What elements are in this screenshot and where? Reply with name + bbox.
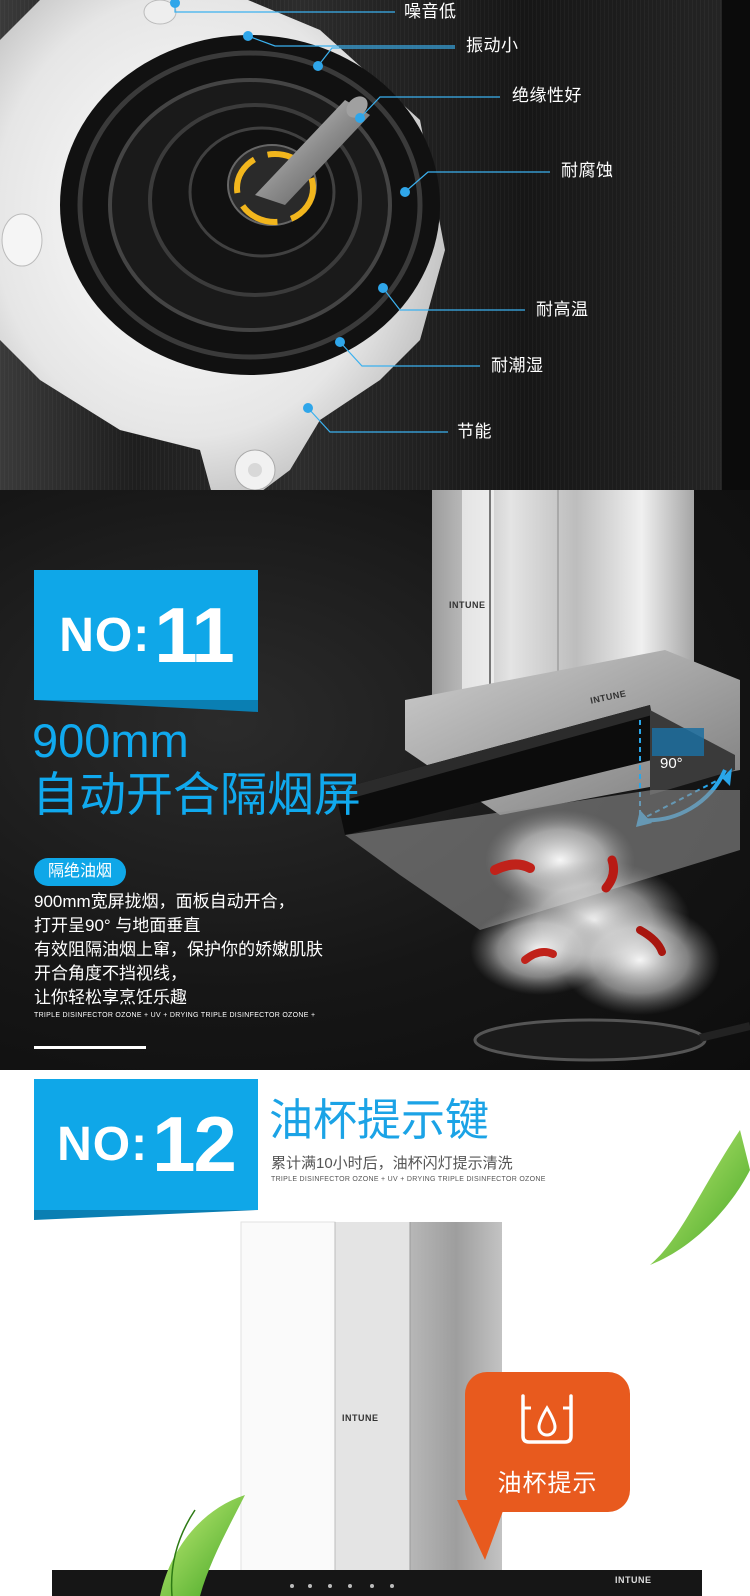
callout-moisture-resistant: 耐潮湿 [491, 356, 544, 375]
callout-energy-saving: 节能 [457, 422, 492, 441]
feature-12-title: 油杯提示键 [269, 1096, 489, 1145]
divider [34, 1046, 146, 1049]
feature-11-badge: NO: 11 [34, 570, 258, 700]
feature-12-subtitle: 累计满10小时后，油杯闪灯提示清洗 [271, 1155, 513, 1172]
brand-logo-panel: INTUNE [342, 1413, 379, 1423]
brand-logo-bar: INTUNE [615, 1575, 652, 1585]
callout-low-noise: 噪音低 [404, 2, 457, 21]
feature-11-title-line2: 自动开合隔烟屏 [32, 768, 361, 821]
callout-low-vibration: 振动小 [466, 36, 519, 55]
oil-cup-label: 油杯提示 [497, 1470, 598, 1497]
feature-12-badge: NO: 12 [34, 1079, 258, 1210]
badge-number: 12 [152, 1100, 237, 1188]
badge-prefix: NO: [59, 608, 151, 662]
badge-prefix: NO: [57, 1118, 149, 1171]
feature-11-tag: 隔绝油烟 [34, 858, 127, 886]
feature-11-body-line3: 有效阻隔油烟上窜，保护你的娇嫩肌肤 [34, 940, 323, 959]
feature-11-body-line2: 打开呈90° 与地面垂直 [34, 916, 201, 935]
motor-illustration [0, 0, 550, 490]
feature-11-caption: TRIPLE DISINFECTOR OZONE + UV + DRYING T… [34, 1012, 316, 1019]
callout-corrosion-resistant: 耐腐蚀 [561, 161, 614, 180]
feature-11-body-line5: 让你轻松享烹饪乐趣 [34, 988, 187, 1007]
feature-11-body-line4: 开合角度不挡视线， [34, 964, 187, 983]
angle-label: 90° [660, 755, 683, 772]
feature-12-caption: TRIPLE DISINFECTOR OZONE + UV + DRYING T… [271, 1176, 546, 1183]
callout-heat-resistant: 耐高温 [536, 300, 589, 319]
oil-cup-callout: 油杯提示 [465, 1372, 630, 1512]
motor-section: 噪音低 振动小 绝缘性好 耐腐蚀 耐高温 耐潮湿 节能 [0, 0, 750, 490]
feature-11-body-line1: 900mm宽屏拢烟，面板自动开合， [34, 892, 295, 911]
brand-logo-chimney: INTUNE [449, 600, 486, 610]
callout-insulation: 绝缘性好 [512, 86, 582, 105]
badge-number: 11 [154, 590, 234, 679]
feature-11-title-line1: 900mm [32, 714, 189, 767]
oil-cup-icon [521, 1394, 573, 1444]
